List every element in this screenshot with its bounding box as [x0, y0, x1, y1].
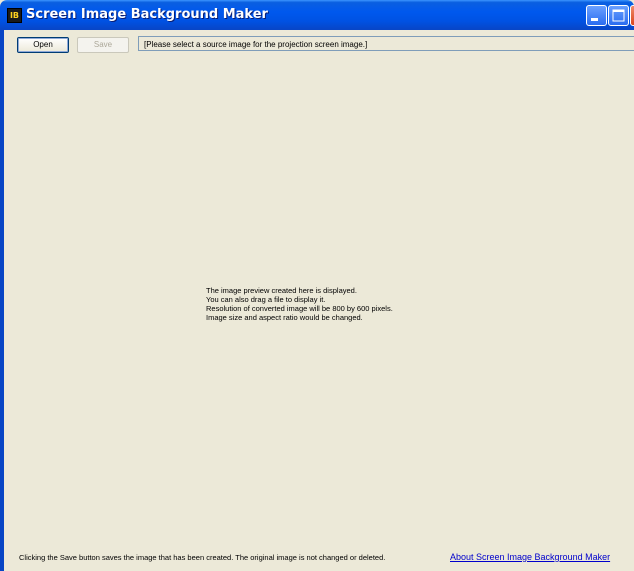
preview-line: The image preview created here is displa…	[206, 286, 357, 295]
window-frame-left	[0, 30, 4, 571]
title-bar[interactable]: IB Screen Image Background Maker	[0, 0, 634, 30]
window-title: Screen Image Background Maker	[26, 7, 268, 22]
minimize-icon	[591, 18, 598, 21]
about-link[interactable]: About Screen Image Background Maker	[450, 552, 610, 562]
save-button[interactable]: Save	[77, 37, 129, 53]
preview-line: Resolution of converted image will be 80…	[206, 304, 393, 313]
maximize-icon	[612, 9, 625, 22]
app-window: IB Screen Image Background Maker Open Sa…	[0, 0, 634, 571]
source-path-field: [Please select a source image for the pr…	[138, 36, 634, 51]
open-button[interactable]: Open	[17, 37, 69, 53]
maximize-button[interactable]	[608, 5, 629, 26]
preview-instructions: The image preview created here is displa…	[206, 286, 393, 322]
close-button[interactable]	[630, 5, 634, 26]
preview-line: Image size and aspect ratio would be cha…	[206, 313, 363, 322]
app-icon[interactable]: IB	[7, 8, 22, 23]
minimize-button[interactable]	[586, 5, 607, 26]
preview-line: You can also drag a file to display it.	[206, 295, 326, 304]
save-note: Clicking the Save button saves the image…	[19, 553, 386, 562]
